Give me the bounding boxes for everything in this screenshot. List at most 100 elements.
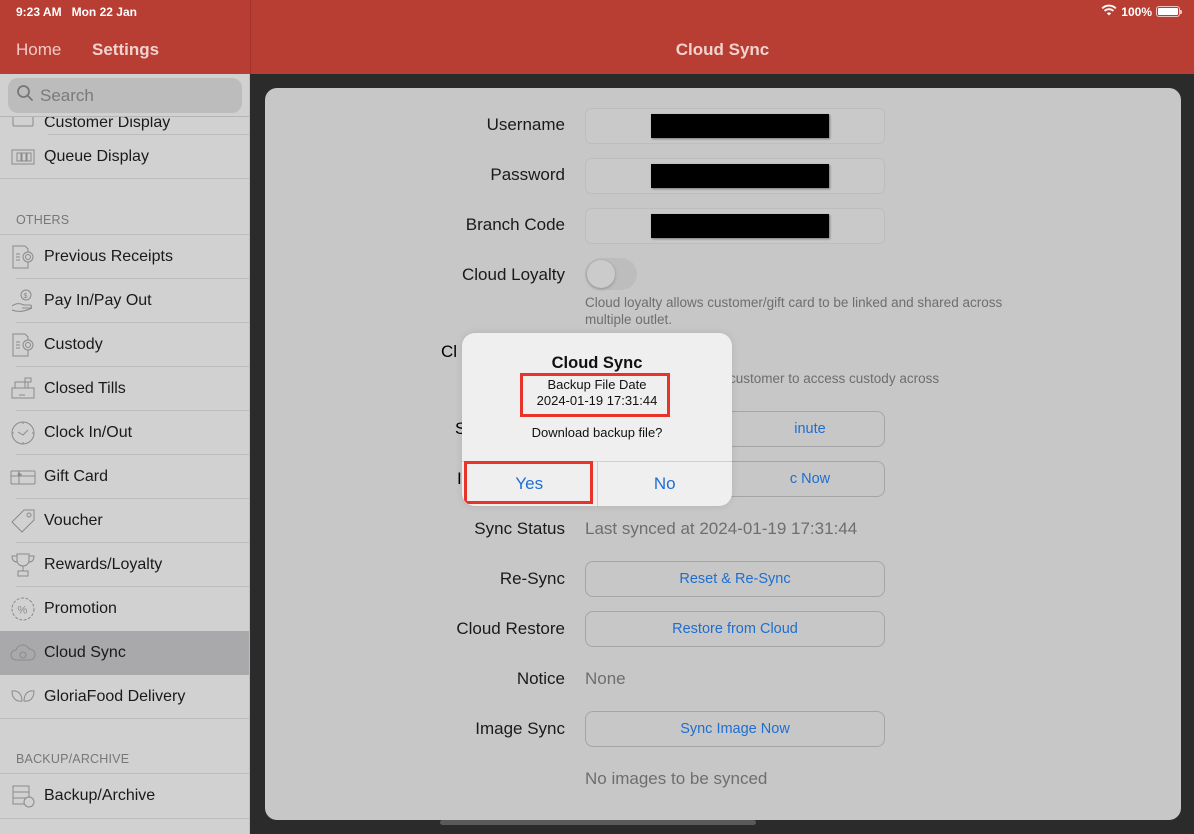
page-title: Cloud Sync <box>675 40 770 59</box>
sidebar-item-label: Custody <box>44 336 103 353</box>
cloud-loyalty-hint: Cloud loyalty allows customer/gift card … <box>585 295 1003 327</box>
wifi-icon <box>1101 4 1117 19</box>
sidebar: Customer Display Queue Display OTHERS Pr… <box>0 74 250 834</box>
sidebar-item-label: Rewards/Loyalty <box>44 556 163 573</box>
sync-status-value: Last synced at 2024-01-19 17:31:44 <box>585 519 858 538</box>
home-indicator[interactable] <box>440 820 756 825</box>
sidebar-item-voucher[interactable]: Voucher <box>0 499 249 543</box>
svg-text:%: % <box>18 605 28 617</box>
dialog-yes-button[interactable]: Yes <box>462 461 598 506</box>
gift-card-icon <box>10 464 36 490</box>
pay-in-out-icon: $ <box>10 288 36 314</box>
sync-image-now-button[interactable]: Sync Image Now <box>585 711 885 747</box>
battery-percentage: 100% <box>1121 4 1152 19</box>
cash-register-icon <box>10 376 36 402</box>
sidebar-item-cloud-sync[interactable]: Cloud Sync <box>0 631 249 675</box>
dialog-title: Cloud Sync <box>551 354 643 372</box>
branch-code-label: Branch Code <box>465 215 565 234</box>
cloud-custody-label: Cl <box>441 342 458 361</box>
cloud-custody-hint: customer to access custody across <box>729 371 940 386</box>
reset-resync-button[interactable]: Reset & Re-Sync <box>585 561 885 597</box>
toggle-knob <box>587 260 615 288</box>
cloud-sync-alert-dialog: Cloud Sync Backup File Date 2024-01-19 1… <box>462 333 732 506</box>
sidebar-item-label: Gift Card <box>44 468 109 485</box>
notice-value: None <box>585 669 626 688</box>
battery-icon <box>1156 6 1182 17</box>
sidebar-item-label: Pay In/Pay Out <box>44 292 152 309</box>
cloud-icon <box>10 640 36 666</box>
svg-text:$: $ <box>24 293 28 300</box>
percent-badge-icon: % <box>10 596 36 622</box>
sidebar-item-label: GloriaFood Delivery <box>44 688 186 705</box>
custody-icon <box>10 332 36 358</box>
sidebar-item-label: Closed Tills <box>44 380 126 397</box>
separator <box>0 178 249 179</box>
sync-status-label: Sync Status <box>474 519 565 538</box>
image-sync-status: No images to be synced <box>585 769 768 788</box>
sidebar-item-label: Backup/Archive <box>44 787 156 804</box>
nav-settings-title: Settings <box>92 40 160 59</box>
sidebar-item-closed-tills[interactable]: Closed Tills <box>0 367 249 411</box>
nav-home-button[interactable]: Home <box>16 40 61 60</box>
dialog-question: Download backup file? <box>531 425 663 440</box>
tag-icon <box>10 508 36 534</box>
dialog-buttons: Yes No <box>462 461 732 506</box>
sidebar-item-previous-receipts[interactable]: Previous Receipts <box>0 235 249 279</box>
dialog-no-button[interactable]: No <box>598 462 733 506</box>
restore-from-cloud-button[interactable]: Restore from Cloud <box>585 611 885 647</box>
section-header-backup: BACKUP/ARCHIVE <box>16 752 130 766</box>
top-bar-divider <box>250 0 251 74</box>
sidebar-item-label: Promotion <box>44 600 117 617</box>
cloud-restore-label: Cloud Restore <box>456 619 565 638</box>
branch-code-field[interactable] <box>585 208 885 244</box>
sidebar-item-label: Cloud Sync <box>44 644 126 661</box>
sidebar-item-gift-card[interactable]: Gift Card <box>0 455 249 499</box>
queue-display-icon <box>10 144 36 170</box>
separator <box>0 818 249 819</box>
highlight-box <box>520 373 670 417</box>
redacted-value <box>651 164 829 188</box>
username-label: Username <box>486 115 565 134</box>
no-label: No <box>653 474 676 493</box>
sidebar-item-backup-archive[interactable]: Backup/Archive <box>0 774 249 818</box>
sidebar-item-queue-display[interactable]: Queue Display <box>0 135 249 179</box>
redacted-value <box>651 114 829 138</box>
section-header-others: OTHERS <box>16 213 70 227</box>
trophy-icon <box>10 552 36 578</box>
clock-icon <box>10 420 36 446</box>
cloud-loyalty-toggle[interactable] <box>585 258 637 290</box>
sidebar-item-label: Clock In/Out <box>44 424 133 441</box>
sidebar-item-promotion[interactable]: % Promotion <box>0 587 249 631</box>
sidebar-item-pay-in-pay-out[interactable]: $ Pay In/Pay Out <box>0 279 249 323</box>
sidebar-item-rewards-loyalty[interactable]: Rewards/Loyalty <box>0 543 249 587</box>
status-time: 9:23 AM Mon 22 Jan <box>16 5 137 19</box>
password-field[interactable] <box>585 158 885 194</box>
server-icon <box>10 783 36 809</box>
sidebar-item-label: Voucher <box>44 512 103 529</box>
sidebar-item-custody[interactable]: Custody <box>0 323 249 367</box>
search-bar[interactable] <box>8 78 242 113</box>
cloud-loyalty-label: Cloud Loyalty <box>461 265 565 284</box>
search-input[interactable] <box>40 85 230 106</box>
redacted-value <box>651 214 829 238</box>
sidebar-item-gloriafood-delivery[interactable]: GloriaFood Delivery <box>0 675 249 719</box>
status-indicators: 100% <box>1101 4 1182 19</box>
search-icon <box>16 84 34 107</box>
status-date: Mon 22 Jan <box>71 5 137 19</box>
username-field[interactable] <box>585 108 885 144</box>
separator <box>0 718 249 719</box>
image-sync-label: Image Sync <box>475 719 565 738</box>
sync-now-button-label: c Now <box>789 471 831 487</box>
sidebar-item-label: Previous Receipts <box>44 248 173 265</box>
sidebar-item-clock-in-out[interactable]: Clock In/Out <box>0 411 249 455</box>
receipt-icon <box>10 244 36 270</box>
sync-interval-button-label: inute <box>794 421 826 437</box>
password-label: Password <box>490 165 565 184</box>
highlight-box <box>464 461 593 504</box>
leaf-icon <box>10 684 36 710</box>
resync-label: Re-Sync <box>499 569 565 588</box>
notice-label: Notice <box>516 669 565 688</box>
status-clock: 9:23 AM <box>16 5 62 19</box>
sidebar-item-label: Queue Display <box>44 148 149 165</box>
top-bar: 9:23 AM Mon 22 Jan 100% Home Settings Cl… <box>0 0 1194 74</box>
